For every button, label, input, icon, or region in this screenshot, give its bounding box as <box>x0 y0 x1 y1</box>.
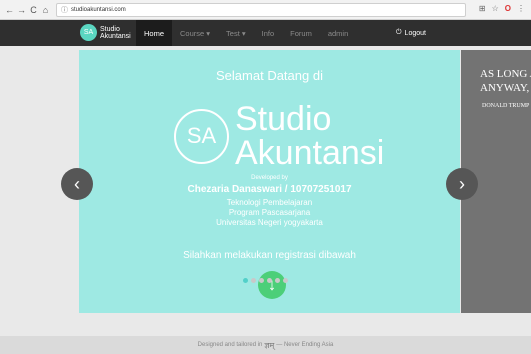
quote-line-2: ANYWAY, T <box>480 82 531 94</box>
address-bar[interactable]: ⓘ studioakuntansi.com <box>56 2 466 17</box>
home-icon[interactable]: ⌂ <box>41 5 50 15</box>
logout-label: Logout <box>404 29 426 37</box>
quote-author: DONALD TRUMP <box>482 103 530 109</box>
chevron-left-icon[interactable]: ‹ <box>61 168 93 200</box>
nav-item-forum[interactable]: Forum <box>282 20 320 46</box>
logo-text-line-1: Studio <box>235 100 332 138</box>
carousel-dot[interactable] <box>275 278 280 283</box>
browser-actions: ⊞ ☆ O ⋮ <box>479 4 525 13</box>
brand-logo: SA <box>80 24 97 41</box>
forward-icon[interactable]: → <box>17 5 26 15</box>
reload-icon[interactable]: C <box>29 5 38 15</box>
nav-item-course[interactable]: Course ▾ <box>172 20 218 46</box>
browser-toolbar: ← → C ⌂ ⓘ studioakuntansi.com ⊞ ☆ O ⋮ <box>0 0 531 20</box>
browser-nav: ← → C ⌂ <box>0 5 50 15</box>
credit-line-2: Program Pascasarjana <box>228 208 311 217</box>
nav-item-home[interactable]: Home <box>136 20 173 46</box>
logout-link[interactable]: ⏻ Logout <box>396 20 426 46</box>
menu-icon[interactable]: ⋮ <box>517 4 525 13</box>
credit-line-3: Universitas Negeri yogyakarta <box>216 218 323 227</box>
site-footer: Designed and tailored in ज्ञम् — Never E… <box>0 336 531 354</box>
brand[interactable]: SA Studio Akuntansi <box>80 24 131 41</box>
arrow-down-icon[interactable]: ↓ <box>258 271 286 299</box>
logo-text: Studio Akuntansi <box>235 102 384 170</box>
chevron-right-icon[interactable]: › <box>446 168 478 200</box>
footer-mark: ज्ञम् <box>264 340 275 350</box>
nav-item-test[interactable]: Test ▾ <box>218 20 254 46</box>
nav-menu: Home Course ▾ Test ▾ Info Forum admin <box>136 20 356 46</box>
carousel-dot[interactable] <box>243 278 248 283</box>
address-text: studioakuntansi.com <box>71 6 126 13</box>
extension-icon[interactable]: O <box>505 4 511 13</box>
quote-text: AS LONG A ANYWAY, T <box>480 67 531 95</box>
developed-by-label: Developed by <box>251 175 288 181</box>
nav-item-admin[interactable]: admin <box>320 20 356 46</box>
carousel-indicators <box>243 278 288 283</box>
studio-akuntansi-logo: SA Studio Akuntansi <box>174 102 384 170</box>
carousel-dot[interactable] <box>251 278 256 283</box>
brand-name: Studio Akuntansi <box>100 26 131 40</box>
brand-name-line-2: Akuntansi <box>100 32 131 40</box>
brand-name-line-1: Studio <box>100 25 120 33</box>
quote-line-1: AS LONG A <box>480 68 531 80</box>
carousel-dot[interactable] <box>283 278 288 283</box>
footer-text-before: Designed and tailored in <box>197 342 263 348</box>
logout-icon: ⏻ <box>396 29 402 36</box>
site-navbar: SA Studio Akuntansi Home Course ▾ Test ▾… <box>0 20 531 46</box>
hero-carousel: Selamat Datang di SA Studio Akuntansi De… <box>0 46 531 314</box>
credit-line-1: Teknologi Pembelajaran <box>226 198 313 207</box>
register-prompt: Silahkan melakukan registrasi dibawah <box>183 250 356 261</box>
carousel-dot[interactable] <box>259 278 264 283</box>
logo-mark: SA <box>174 108 229 164</box>
translate-icon[interactable]: ⊞ <box>479 4 486 13</box>
back-icon[interactable]: ← <box>5 5 14 15</box>
info-icon[interactable]: ⓘ <box>61 5 68 15</box>
active-slide: Selamat Datang di SA Studio Akuntansi De… <box>79 50 460 313</box>
nav-item-info[interactable]: Info <box>254 20 283 46</box>
carousel-dot[interactable] <box>267 278 272 283</box>
developer-name: Chezaria Danaswari / 10707251017 <box>187 184 352 195</box>
star-icon[interactable]: ☆ <box>492 4 499 13</box>
welcome-text: Selamat Datang di <box>216 68 323 83</box>
logo-text-line-2: Akuntansi <box>235 134 385 172</box>
footer-text-after: — Never Ending Asia <box>276 342 334 348</box>
